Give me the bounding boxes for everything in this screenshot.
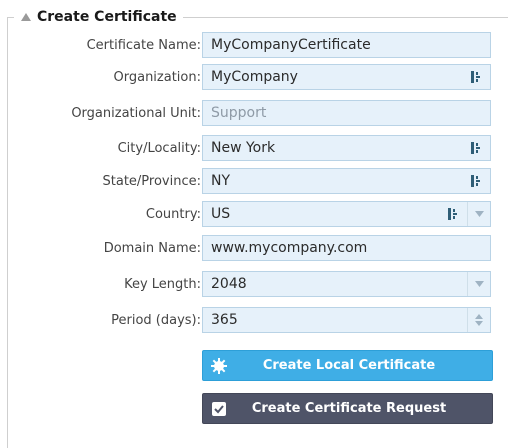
gear-icon (210, 357, 228, 375)
period-stepper[interactable]: 365 (202, 307, 491, 333)
organizational-unit-label: Organizational Unit: (71, 105, 201, 121)
state-input[interactable]: NY (202, 168, 491, 194)
city-input[interactable]: New York (202, 135, 491, 161)
row-period: Period (days): 365 (0, 306, 508, 334)
country-value: US (211, 206, 231, 222)
organization-input[interactable]: MyCompany (202, 64, 491, 90)
chevron-down-icon[interactable] (467, 202, 490, 226)
row-organization: Organization: MyCompany (0, 63, 508, 91)
create-local-certificate-label: Create Local Certificate (262, 358, 436, 373)
create-certificate-request-label: Create Certificate Request (251, 401, 447, 416)
panel-title: Create Certificate (37, 9, 177, 25)
spinner-arrows-icon[interactable] (467, 308, 490, 332)
organization-value: MyCompany (211, 69, 298, 85)
state-value: NY (211, 173, 231, 189)
create-certificate-request-button[interactable]: Create Certificate Request (202, 393, 493, 424)
organizational-unit-placeholder: Support (211, 105, 267, 121)
state-label: State/Province: (102, 173, 201, 189)
checkbox-icon (210, 400, 228, 418)
certificate-name-input[interactable]: MyCompanyCertificate (202, 32, 491, 58)
row-city: City/Locality: New York (0, 134, 508, 162)
organization-label: Organization: (113, 69, 202, 85)
password-manager-icon[interactable] (445, 206, 461, 222)
row-country: Country: US (0, 200, 508, 228)
chevron-down-icon[interactable] (467, 272, 490, 296)
row-certificate-name: Certificate Name: MyCompanyCertificate (0, 31, 508, 59)
key-length-select[interactable]: 2048 (202, 271, 491, 297)
key-length-label: Key Length: (124, 276, 201, 292)
certificate-name-value: MyCompanyCertificate (211, 37, 371, 53)
organizational-unit-input[interactable]: Support (202, 100, 491, 126)
row-key-length: Key Length: 2048 (0, 270, 508, 298)
period-label: Period (days): (111, 312, 201, 328)
country-label: Country: (145, 206, 201, 222)
domain-name-label: Domain Name: (103, 240, 201, 256)
password-manager-icon[interactable] (468, 140, 484, 156)
password-manager-icon[interactable] (468, 173, 484, 189)
row-organizational-unit: Organizational Unit: Support (0, 99, 508, 127)
row-state: State/Province: NY (0, 167, 508, 195)
row-domain-name: Domain Name: www.mycompany.com (0, 234, 508, 262)
key-length-value: 2048 (211, 276, 247, 292)
panel-legend: Create Certificate (14, 7, 183, 27)
domain-name-input[interactable]: www.mycompany.com (202, 235, 491, 261)
triangle-up-icon[interactable] (20, 11, 32, 23)
certificate-name-label: Certificate Name: (86, 37, 201, 53)
city-value: New York (211, 140, 276, 156)
country-select[interactable]: US (202, 201, 491, 227)
period-value: 365 (211, 312, 238, 328)
city-label: City/Locality: (117, 140, 201, 156)
create-local-certificate-button[interactable]: Create Local Certificate (202, 350, 493, 381)
password-manager-icon[interactable] (468, 69, 484, 85)
domain-name-value: www.mycompany.com (211, 240, 368, 256)
